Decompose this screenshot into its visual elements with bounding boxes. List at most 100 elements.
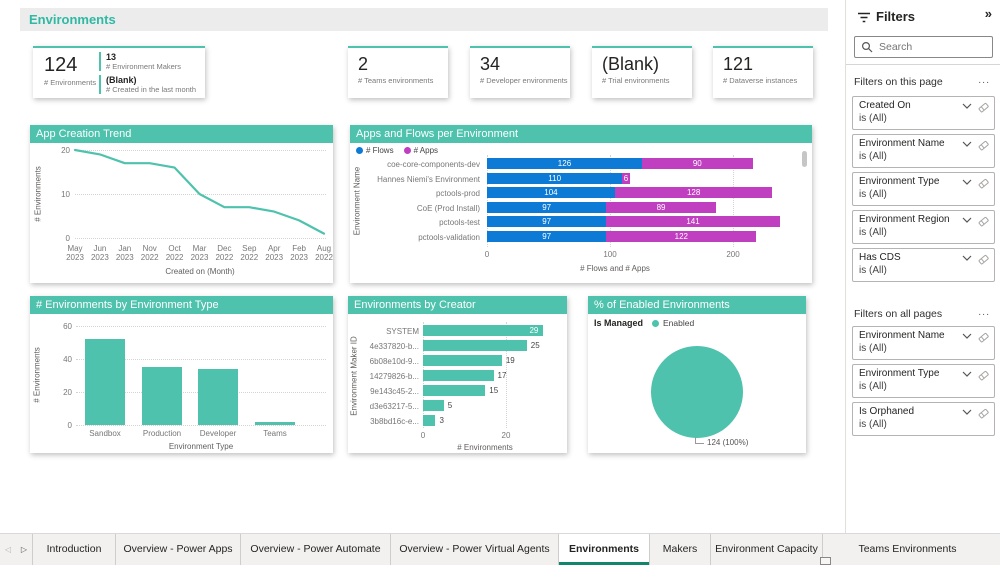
chart-title: % of Enabled Environments (588, 296, 806, 314)
filter-condition: is (All) (859, 151, 988, 162)
chart-title: Apps and Flows per Environment (350, 125, 812, 143)
chevron-down-icon[interactable] (962, 217, 972, 223)
filters-pane: Filters » Filters on this page ... Filte… (845, 0, 1000, 533)
chevron-down-icon[interactable] (962, 179, 972, 185)
column-bar[interactable] (142, 367, 182, 425)
eraser-icon[interactable] (978, 332, 989, 343)
kpi-label: # Dataverse instances (723, 76, 813, 85)
bar-value-label: 17 (498, 370, 507, 381)
prev-page-icon[interactable]: ◁ (0, 534, 16, 565)
legend-dot (652, 320, 659, 327)
tab-overview---power-automate[interactable]: Overview - Power Automate (240, 534, 390, 565)
chevron-down-icon[interactable] (962, 255, 972, 261)
eraser-icon[interactable] (978, 178, 989, 189)
column-bar[interactable] (255, 422, 295, 425)
tab-makers[interactable]: Makers (649, 534, 710, 565)
filter-condition: is (All) (859, 113, 988, 124)
bar-value-label: 110 (487, 173, 622, 184)
bar-value-label: 97 (487, 202, 606, 213)
filter-condition: is (All) (859, 189, 988, 200)
eraser-icon[interactable] (978, 140, 989, 151)
bar-value-label: 141 (606, 216, 779, 227)
kpi-sub-value: 13 (106, 52, 205, 62)
tab-overview---power-virtual-agents[interactable]: Overview - Power Virtual Agents (390, 534, 558, 565)
axis-tick-label: pctools-test (350, 218, 480, 227)
kpi-sub-label: # Environment Makers (106, 62, 205, 71)
eraser-icon[interactable] (978, 102, 989, 113)
legend-item[interactable]: # Apps (404, 146, 438, 155)
creator-bar[interactable] (423, 400, 444, 411)
creator-bar[interactable] (423, 370, 494, 381)
more-options-icon[interactable]: ... (978, 74, 990, 86)
tab-overview---power-apps[interactable]: Overview - Power Apps (115, 534, 240, 565)
creator-bar[interactable] (423, 355, 502, 366)
next-page-icon[interactable]: ▷ (16, 534, 32, 565)
collapse-pane-icon[interactable]: » (985, 6, 992, 21)
filter-card-created-on[interactable]: Created Onis (All) (852, 96, 995, 130)
filter-card-environment-region[interactable]: Environment Regionis (All) (852, 210, 995, 244)
axis-tick-label: coe-core-components-dev (350, 160, 480, 169)
eraser-icon[interactable] (978, 408, 989, 419)
more-options-icon[interactable]: ... (978, 306, 990, 318)
bar-value-label: 97 (487, 231, 606, 242)
tab-environment-capacity[interactable]: Environment Capacity (710, 534, 822, 565)
tab-environments[interactable]: Environments (558, 534, 649, 565)
page-title-strip: Environments (20, 8, 828, 31)
kpi-card-dataverse-instances[interactable]: 121 # Dataverse instances (713, 46, 813, 98)
creator-bar[interactable] (423, 340, 527, 351)
search-icon (861, 41, 873, 53)
bar-value-label: 6 (622, 173, 629, 184)
bar-value-label: 29 (423, 325, 538, 336)
kpi-label: # Developer environments (480, 76, 570, 85)
creator-bar[interactable] (423, 415, 435, 426)
column-bar[interactable] (198, 369, 238, 425)
chevron-down-icon[interactable] (962, 103, 972, 109)
kpi-value: (Blank) (602, 54, 692, 74)
chevron-down-icon[interactable] (962, 371, 972, 377)
bar-value-label: 128 (615, 187, 772, 198)
chevron-down-icon[interactable] (962, 141, 972, 147)
filter-card-environment-name[interactable]: Environment Nameis (All) (852, 134, 995, 168)
page-tab-bar: ◁ ▷ IntroductionOverview - Power AppsOve… (0, 533, 1000, 565)
filter-card-environment-type[interactable]: Environment Typeis (All) (852, 364, 995, 398)
filter-card-environment-type[interactable]: Environment Typeis (All) (852, 172, 995, 206)
kpi-value: 124 (44, 54, 99, 76)
filter-card-has-cds[interactable]: Has CDSis (All) (852, 248, 995, 282)
chart-plot-area: 0204060SandboxProductionDeveloperTeamsEn… (30, 314, 333, 453)
filter-condition: is (All) (859, 419, 988, 430)
kpi-card-trial-environments[interactable]: (Blank) # Trial environments (592, 46, 692, 98)
axis-tick-label: 3b8bd16c-e... (348, 417, 419, 426)
kpi-sub-label: # Created in the last month (106, 85, 205, 94)
scrollbar-thumb[interactable] (802, 151, 807, 167)
chart-apps-flows-per-environment: Apps and Flows per Environment # Flows # … (350, 125, 812, 283)
filter-search-box[interactable] (854, 36, 993, 58)
kpi-card-developer-environments[interactable]: 34 # Developer environments (470, 46, 570, 98)
eraser-icon[interactable] (978, 254, 989, 265)
pie-slice-enabled[interactable] (651, 346, 743, 438)
eraser-icon[interactable] (978, 216, 989, 227)
eraser-icon[interactable] (978, 370, 989, 381)
tab-teams-environments[interactable]: Teams Environments (822, 534, 992, 565)
column-bar[interactable] (85, 339, 125, 425)
legend-item[interactable]: # Flows (356, 146, 394, 155)
tab-introduction[interactable]: Introduction (32, 534, 115, 565)
filter-card-is-orphaned[interactable]: Is Orphanedis (All) (852, 402, 995, 436)
trend-line[interactable] (30, 143, 333, 283)
axis-tick-label: 20 (50, 388, 72, 397)
bar-value-label: 3 (439, 415, 443, 426)
axis-tick-label: 9e143c45-2... (348, 387, 419, 396)
filter-card-environment-name[interactable]: Environment Nameis (All) (852, 326, 995, 360)
chevron-down-icon[interactable] (962, 333, 972, 339)
bar-value-label: 5 (448, 400, 452, 411)
pie-label-leader (695, 443, 704, 444)
x-axis-title: Environment Type (126, 442, 276, 451)
axis-tick-label: 20 (494, 431, 518, 440)
search-input[interactable] (879, 41, 979, 53)
creator-bar[interactable] (423, 385, 485, 396)
chevron-down-icon[interactable] (962, 409, 972, 415)
kpi-card-environments[interactable]: 124 # Environments 13 # Environment Make… (33, 46, 205, 98)
x-axis-tick-label: Teams (240, 429, 310, 438)
chart-plot-area: # Flows# Apps0100200coe-core-components-… (350, 143, 812, 283)
chart-pct-enabled-environments: % of Enabled Environments Is ManagedEnab… (588, 296, 806, 453)
kpi-card-teams-environments[interactable]: 2 # Teams environments (348, 46, 448, 98)
